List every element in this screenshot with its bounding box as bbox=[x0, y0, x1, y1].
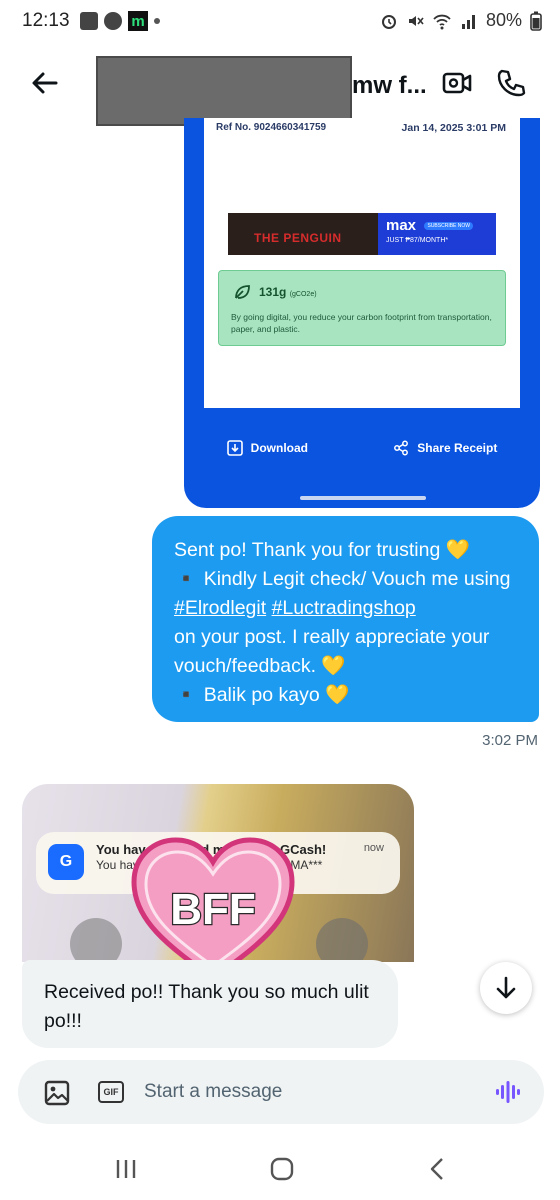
status-notification-icons: m bbox=[80, 11, 160, 31]
ad-price: JUST ₱87/MONTH* bbox=[386, 237, 449, 244]
receipt-reference-number: Ref No. 9024660341759 bbox=[216, 122, 327, 133]
alarm-icon bbox=[381, 14, 396, 29]
gif-button[interactable]: GIF bbox=[98, 1081, 124, 1103]
notification-time: now bbox=[363, 842, 384, 854]
image-attach-icon[interactable] bbox=[44, 1080, 70, 1106]
carbon-description: By going digital, you reduce your carbon… bbox=[231, 312, 492, 334]
video-call-icon[interactable] bbox=[442, 70, 472, 96]
back-nav-icon[interactable] bbox=[418, 1154, 458, 1184]
more-notifications-dot-icon bbox=[154, 18, 160, 24]
sent-message-line-3: on your post. I really appreciate your v… bbox=[174, 626, 490, 677]
wifi-icon bbox=[433, 14, 451, 29]
share-receipt-button[interactable]: Share Receipt bbox=[393, 440, 497, 456]
share-icon bbox=[394, 440, 409, 456]
sent-message-bubble[interactable]: Sent po! Thank you for trusting 💛 ▪️ Kin… bbox=[152, 516, 539, 722]
battery-icon bbox=[530, 11, 542, 31]
carbon-amount: 131g bbox=[259, 285, 287, 299]
back-arrow-icon[interactable] bbox=[30, 68, 60, 98]
receipt-image[interactable]: Ref No. 9024660341759 Jan 14, 2025 3:01 … bbox=[184, 118, 540, 508]
sent-message-line-4: ▪️ Balik po kayo 💛 bbox=[174, 684, 350, 706]
sent-message-line-2: ▪️ Kindly Legit check/ Vouch me using #E… bbox=[174, 565, 521, 623]
status-bar: 12:13 m 80% bbox=[0, 0, 560, 42]
gallery-notification-icon bbox=[80, 12, 98, 30]
scroll-to-bottom-button[interactable] bbox=[480, 962, 532, 1014]
download-button[interactable]: Download bbox=[226, 440, 308, 456]
sent-message-vouch-text: ▪️ Kindly Legit check/ Vouch me using bbox=[174, 568, 511, 590]
received-message-bubble[interactable]: Received po!! Thank you so much ulit po!… bbox=[22, 960, 398, 1048]
mute-icon bbox=[408, 15, 424, 26]
receipt-date: Jan 14, 2025 3:01 PM bbox=[401, 122, 506, 134]
signal-icon bbox=[461, 14, 475, 29]
status-right-icons: 80% bbox=[380, 10, 542, 31]
conversation-name[interactable]: mw f... bbox=[352, 72, 427, 100]
sent-message-line-1: Sent po! Thank you for trusting 💛 bbox=[174, 539, 470, 561]
camera-icon bbox=[316, 918, 368, 962]
recent-apps-icon[interactable] bbox=[106, 1154, 146, 1184]
gcash-app-icon: G bbox=[48, 844, 84, 880]
battery-level: 80% bbox=[485, 10, 522, 30]
home-icon[interactable] bbox=[262, 1154, 302, 1184]
ad-subscribe-label: SUBSCRIBE NOW bbox=[424, 221, 473, 230]
share-receipt-label: Share Receipt bbox=[417, 441, 498, 455]
leaf-icon bbox=[235, 285, 250, 299]
flashlight-icon bbox=[70, 918, 122, 962]
carbon-footprint-card: 131g (gCO2e) By going digital, you reduc… bbox=[218, 270, 506, 346]
carbon-unit: (gCO2e) bbox=[289, 291, 317, 298]
arrow-down-icon bbox=[496, 976, 516, 999]
messenger-notification-icon bbox=[104, 12, 122, 30]
system-navigation-bar bbox=[0, 1140, 560, 1200]
sticker-text: BFF bbox=[170, 885, 256, 934]
ad-banner: THE PENGUIN max SUBSCRIBE NOW JUST ₱87/M… bbox=[228, 213, 496, 255]
status-time: 12:13 bbox=[22, 10, 70, 31]
carbon-value: 131g (gCO2e) bbox=[259, 285, 317, 299]
app-m-notification-icon: m bbox=[128, 11, 148, 31]
ad-show-title: THE PENGUIN bbox=[228, 213, 378, 255]
message-composer: GIF bbox=[18, 1060, 544, 1124]
voice-message-icon[interactable] bbox=[494, 1078, 522, 1106]
receipt-actions: Download Share Receipt bbox=[184, 440, 540, 456]
receipt-home-indicator bbox=[300, 496, 426, 500]
download-label: Download bbox=[250, 441, 308, 455]
phone-call-icon[interactable] bbox=[496, 68, 526, 98]
sent-message-timestamp: 3:02 PM bbox=[482, 732, 538, 749]
download-icon bbox=[226, 440, 243, 456]
receipt-paper: Ref No. 9024660341759 Jan 14, 2025 3:01 … bbox=[204, 118, 520, 408]
hashtag-elrodlegit[interactable]: #Elrodlegit bbox=[174, 597, 266, 619]
receipt-zigzag-edge bbox=[204, 374, 520, 408]
ad-offer: max SUBSCRIBE NOW JUST ₱87/MONTH* bbox=[378, 213, 496, 255]
message-input[interactable] bbox=[144, 1077, 474, 1107]
hashtag-luctradingshop[interactable]: #Luctradingshop bbox=[272, 597, 416, 619]
ad-brand: max bbox=[386, 217, 417, 234]
conversation-header: mw f... bbox=[0, 42, 560, 128]
redacted-avatar-name-block bbox=[96, 56, 352, 126]
